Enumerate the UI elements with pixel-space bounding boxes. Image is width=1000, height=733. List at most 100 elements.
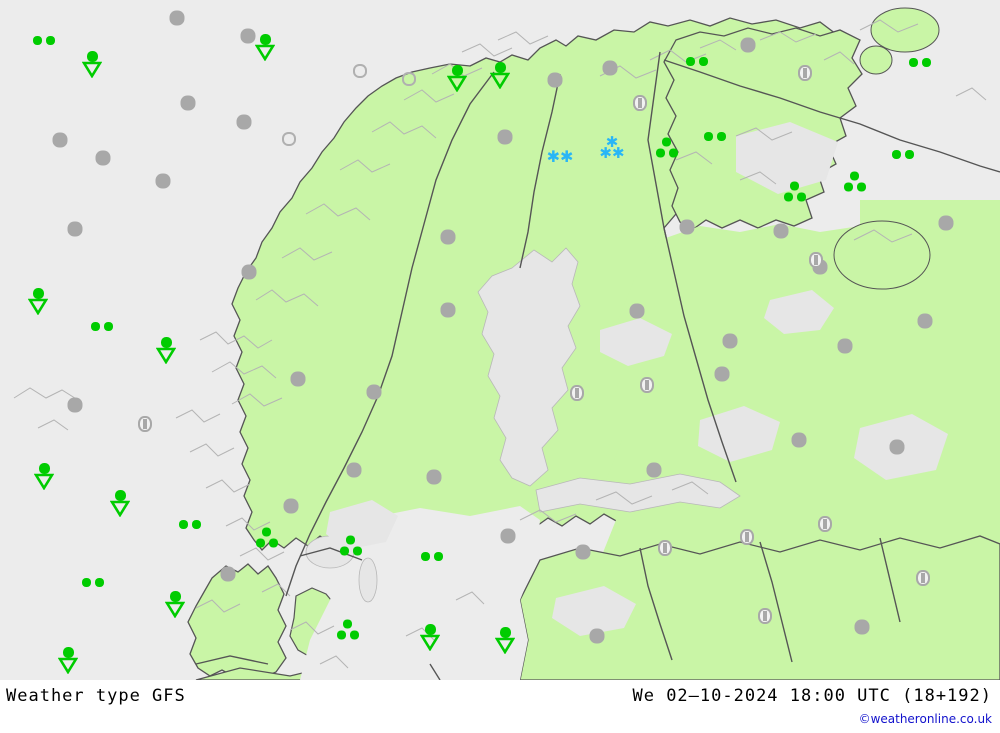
rain-dot [33, 36, 42, 45]
rain-dot [179, 520, 188, 529]
rain-dot [909, 58, 918, 67]
shower-triangle-icon [110, 500, 130, 517]
rain-dot [784, 192, 793, 202]
overcast-symbol-icon [791, 432, 807, 448]
rain-shower-symbol-icon [156, 337, 176, 364]
overcast-symbol-icon [241, 264, 257, 280]
light-rain-symbol-icon [421, 552, 443, 562]
rain-dot [717, 132, 726, 141]
moderate-rain-symbol-icon [844, 171, 866, 193]
overcast-symbol-icon [854, 619, 870, 635]
rain-dot [797, 192, 806, 202]
overcast-symbol-icon [366, 384, 382, 400]
overcast-symbol-icon [602, 60, 618, 76]
overcast-symbol-icon [889, 439, 905, 455]
overcast-symbol-icon [240, 28, 256, 44]
rain-dot [256, 538, 265, 548]
rain-shower-symbol-icon [495, 627, 515, 654]
rain-dot [337, 630, 346, 640]
rain-dot [95, 578, 104, 587]
fog-symbol-icon [758, 608, 772, 624]
copyright-credit[interactable]: ©weatheronline.co.uk [859, 712, 992, 726]
overcast-symbol-icon [679, 219, 695, 235]
rain-shower-symbol-icon [110, 490, 130, 517]
rain-dot [699, 57, 708, 66]
fog-symbol-icon [916, 570, 930, 586]
overcast-symbol-icon [547, 72, 563, 88]
fog-symbol-icon [633, 95, 647, 111]
overcast-symbol-icon [837, 338, 853, 354]
rain-dot [892, 150, 901, 159]
overcast-symbol-icon [575, 544, 591, 560]
overcast-symbol-icon [236, 114, 252, 130]
shower-triangle-icon [495, 637, 515, 654]
rain-shower-symbol-icon [490, 62, 510, 89]
snow-symbol-icon: ✱ ✱✱ [599, 133, 625, 162]
shower-triangle-icon [490, 72, 510, 89]
rain-dot [656, 148, 665, 158]
light-rain-symbol-icon [82, 578, 104, 588]
rain-shower-symbol-icon [82, 51, 102, 78]
fog-symbol-icon [818, 516, 832, 532]
rain-dot [46, 36, 55, 45]
shower-triangle-icon [255, 44, 275, 61]
clear-sky-symbol-icon [402, 72, 416, 86]
overcast-symbol-icon [589, 628, 605, 644]
shower-triangle-icon [34, 473, 54, 490]
light-rain-symbol-icon [179, 520, 201, 530]
weather-map-page: ✱✱ ✱ ✱✱ Weather type GFS We 02–10‑2024 18:… [0, 0, 1000, 733]
valid-time-label: We 02–10‑2024 18:00 UTC (18+192) [632, 686, 992, 706]
shower-triangle-icon [156, 347, 176, 364]
fog-symbol-icon [809, 252, 823, 268]
fog-symbol-icon [658, 540, 672, 556]
light-rain-symbol-icon [909, 58, 931, 68]
shower-triangle-icon [58, 657, 78, 674]
rain-dot [434, 552, 443, 561]
shower-triangle-icon [28, 298, 48, 315]
overcast-symbol-icon [67, 221, 83, 237]
moderate-rain-symbol-icon [256, 527, 278, 549]
light-rain-symbol-icon [33, 36, 55, 46]
clear-sky-symbol-icon [282, 132, 296, 146]
rain-shower-symbol-icon [420, 624, 440, 651]
rain-dot [669, 148, 678, 158]
overcast-symbol-icon [722, 333, 738, 349]
rain-dot [905, 150, 914, 159]
overcast-symbol-icon [95, 150, 111, 166]
map-canvas[interactable]: ✱✱ ✱ ✱✱ [0, 0, 1000, 680]
rain-dot [346, 535, 355, 545]
rain-dot [857, 182, 866, 192]
rain-shower-symbol-icon [58, 647, 78, 674]
overcast-symbol-icon [440, 229, 456, 245]
rain-dot [922, 58, 931, 67]
overcast-symbol-icon [346, 462, 362, 478]
light-rain-symbol-icon [91, 322, 113, 332]
overcast-symbol-icon [500, 528, 516, 544]
rain-dot [82, 578, 91, 587]
overcast-symbol-icon [629, 303, 645, 319]
rain-dot [269, 538, 278, 548]
moderate-rain-symbol-icon [784, 181, 806, 203]
chart-title: Weather type GFS [6, 686, 186, 706]
shower-triangle-icon [165, 601, 185, 618]
moderate-rain-symbol-icon [656, 137, 678, 159]
rain-shower-symbol-icon [34, 463, 54, 490]
shower-triangle-icon [447, 75, 467, 92]
moderate-rain-symbol-icon [340, 535, 362, 557]
rain-shower-symbol-icon [165, 591, 185, 618]
rain-dot [350, 630, 359, 640]
overcast-symbol-icon [52, 132, 68, 148]
light-rain-symbol-icon [892, 150, 914, 160]
rain-dot [262, 527, 271, 537]
rain-shower-symbol-icon [447, 65, 467, 92]
weather-symbol-layer: ✱✱ ✱ ✱✱ [0, 0, 1000, 680]
rain-dot [192, 520, 201, 529]
rain-dot [662, 137, 671, 147]
fog-symbol-icon [570, 385, 584, 401]
overcast-symbol-icon [938, 215, 954, 231]
overcast-symbol-icon [290, 371, 306, 387]
overcast-symbol-icon [169, 10, 185, 26]
shower-triangle-icon [82, 61, 102, 78]
rain-dot [340, 546, 349, 556]
snow-symbol-icon: ✱✱ [546, 147, 574, 166]
